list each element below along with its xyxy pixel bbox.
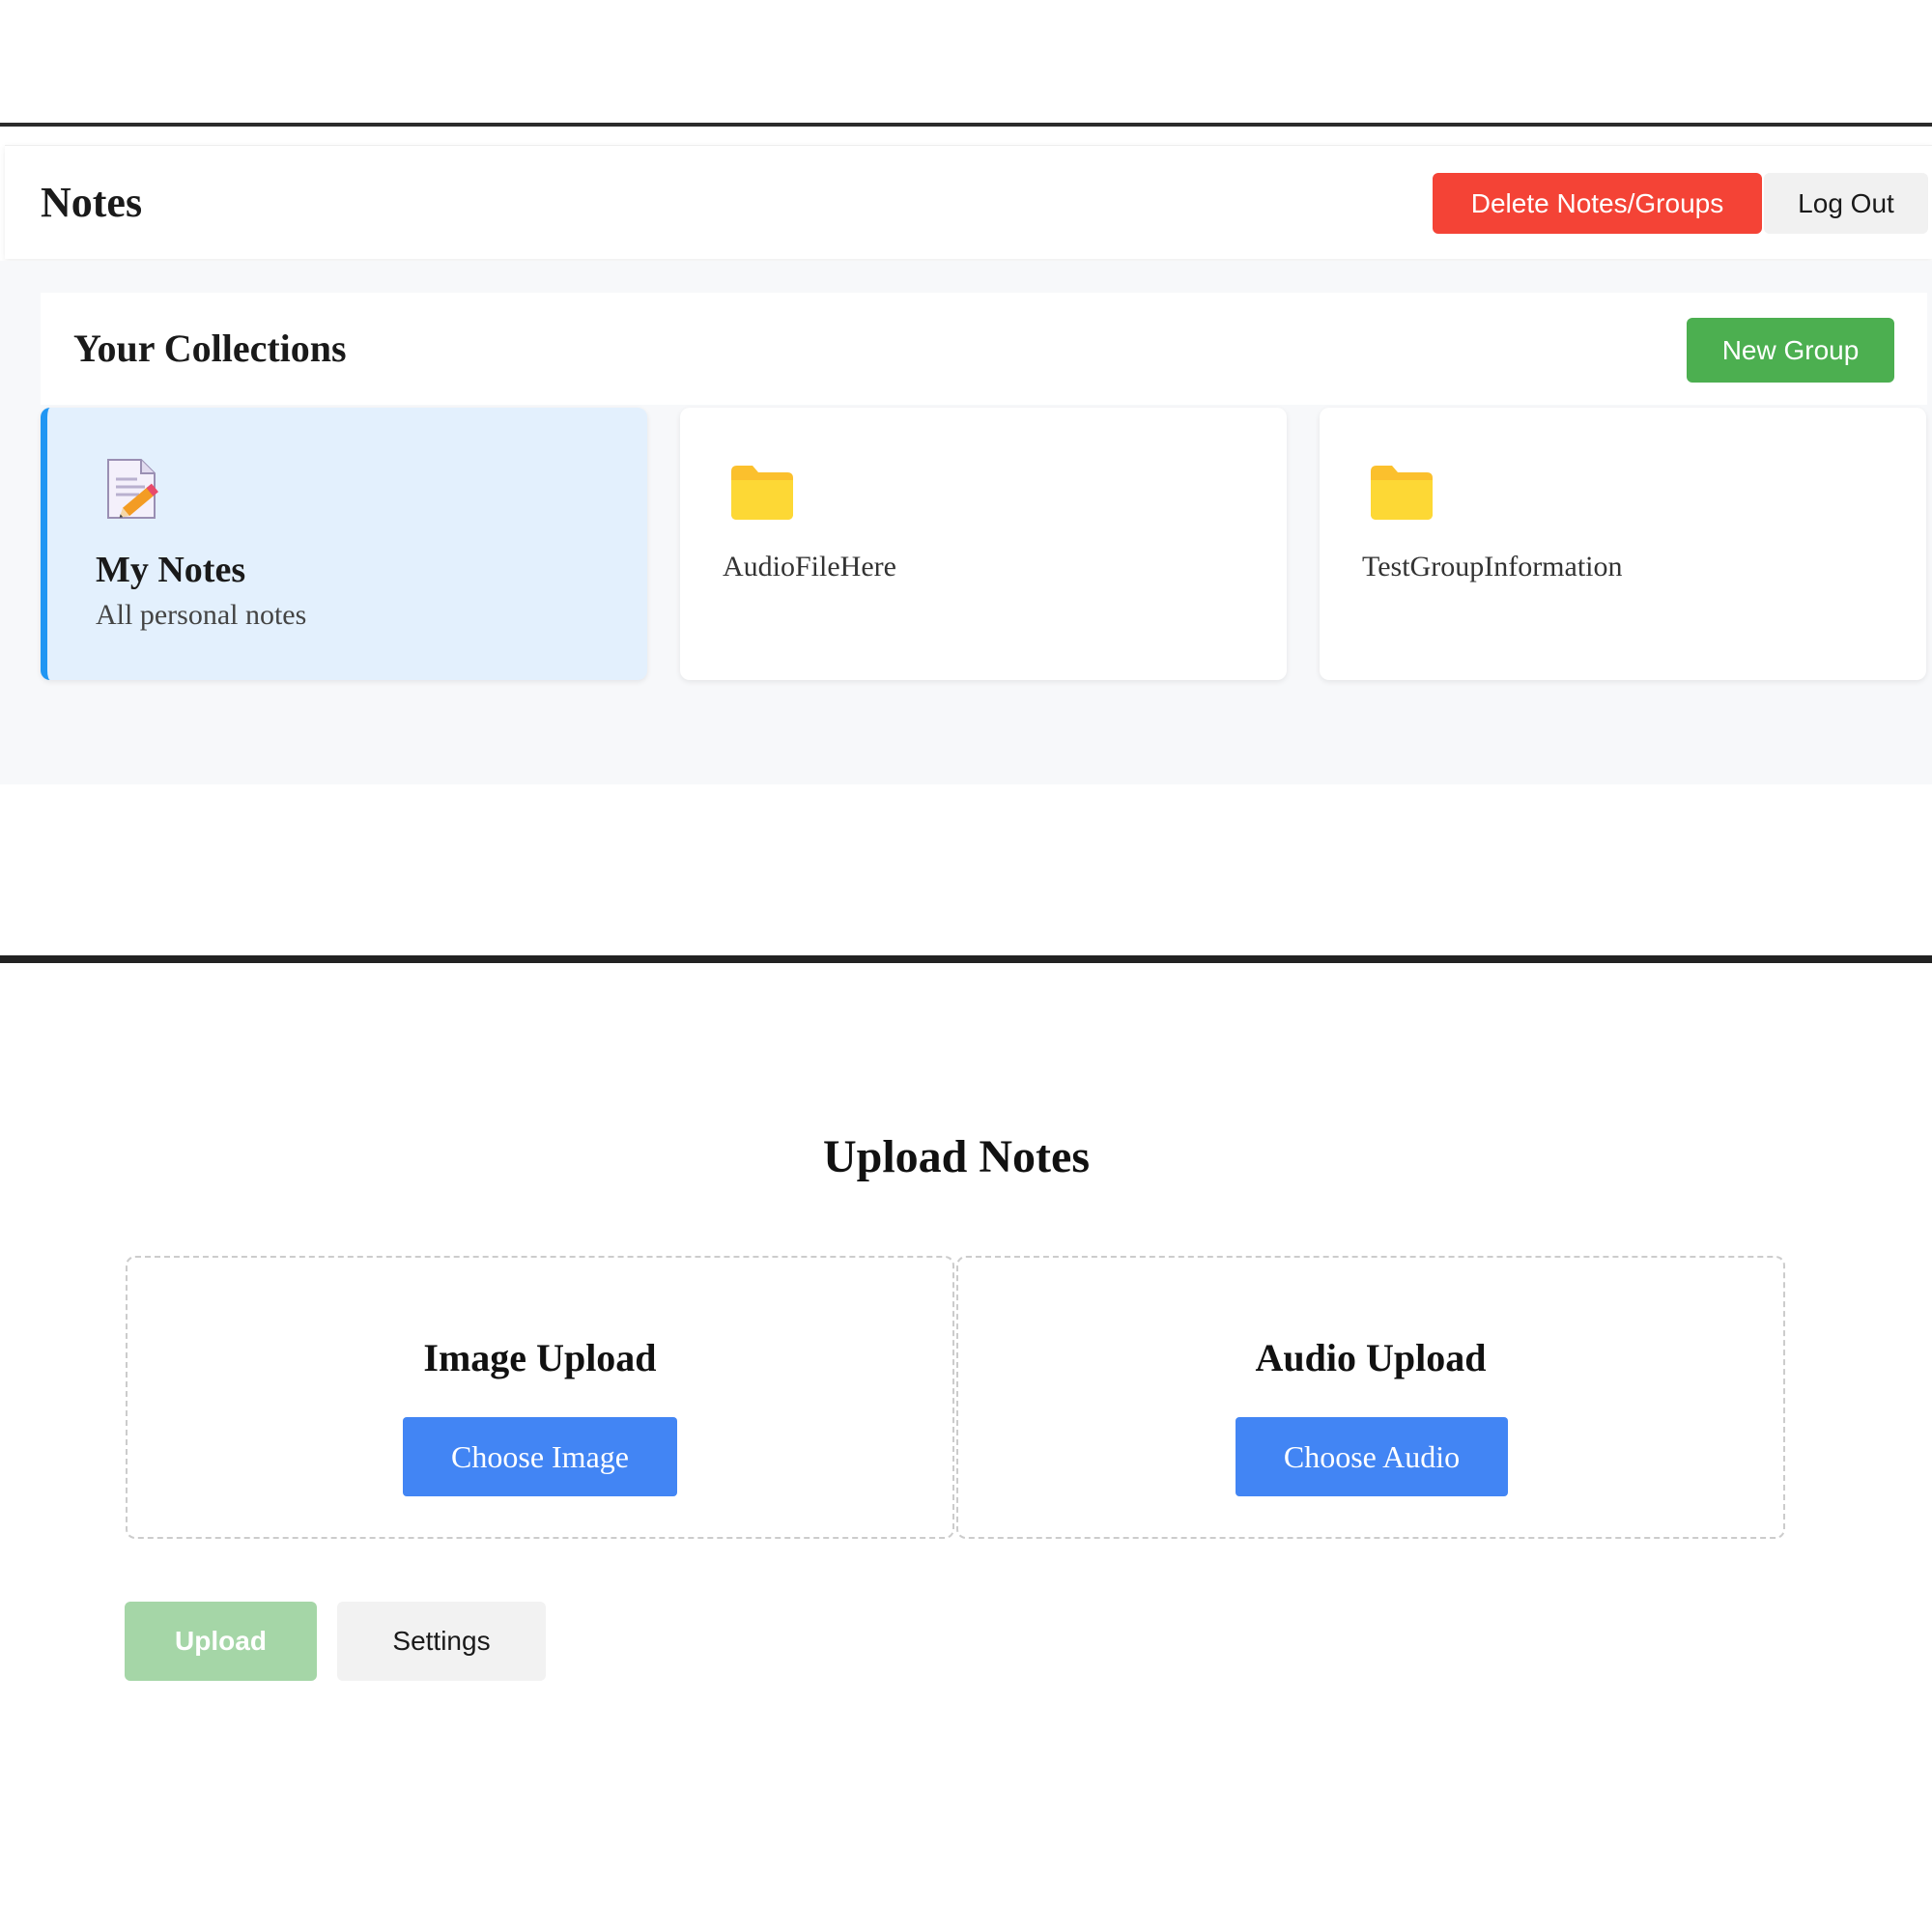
folder-icon [731, 466, 793, 520]
log-out-button[interactable]: Log Out [1764, 173, 1928, 234]
collections-title: Your Collections [73, 327, 347, 370]
choose-image-button[interactable]: Choose Image [403, 1417, 677, 1496]
top-divider [0, 123, 1932, 127]
card-subtitle: All personal notes [96, 599, 307, 631]
card-title: My Notes [96, 550, 246, 590]
collection-card-testgroupinformation[interactable]: TestGroupInformation [1320, 408, 1926, 680]
choose-audio-button[interactable]: Choose Audio [1236, 1417, 1508, 1496]
collections-header: Your Collections [41, 293, 1927, 405]
note-pencil-icon [104, 458, 164, 522]
collection-card-audiofilehere[interactable]: AudioFileHere [680, 408, 1287, 680]
image-upload-title: Image Upload [423, 1336, 657, 1379]
audio-upload-title: Audio Upload [1255, 1336, 1487, 1379]
settings-button[interactable]: Settings [337, 1602, 546, 1681]
card-title: AudioFileHere [723, 551, 896, 582]
app-title: Notes [41, 179, 143, 226]
audio-upload-box: Audio Upload Choose Audio [956, 1256, 1785, 1539]
card-title: TestGroupInformation [1362, 551, 1623, 582]
collection-card-my-notes[interactable]: My Notes All personal notes [41, 408, 647, 680]
upload-title: Upload Notes [822, 1131, 1091, 1182]
upload-button[interactable]: Upload [125, 1602, 317, 1681]
delete-notes-groups-button[interactable]: Delete Notes/Groups [1433, 173, 1762, 234]
image-upload-box: Image Upload Choose Image [126, 1256, 954, 1539]
new-group-button[interactable]: New Group [1687, 318, 1894, 383]
folder-icon [1371, 466, 1433, 520]
section-divider [0, 955, 1932, 963]
